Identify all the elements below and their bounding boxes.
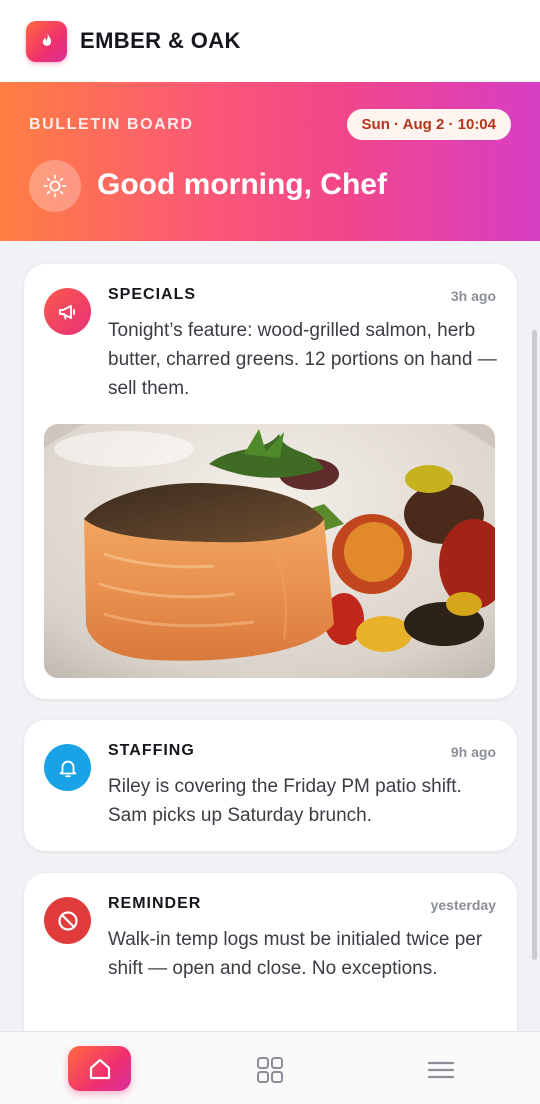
top-bar: EMBER & OAK bbox=[0, 0, 540, 82]
bulletin-board-label: BULLETIN BOARD bbox=[29, 116, 194, 133]
hero-banner: BULLETIN BOARD Sun · Aug 2 · 10:04 Good … bbox=[0, 82, 540, 241]
post-card-staffing[interactable]: STAFFING 9h ago Riley is covering the Fr… bbox=[24, 720, 517, 851]
post-card-reminder[interactable]: REMINDER yesterday Walk-in temp logs mus… bbox=[24, 873, 517, 1031]
post-title: STAFFING bbox=[108, 742, 195, 759]
post-body: Riley is covering the Friday PM patio sh… bbox=[108, 776, 462, 826]
feed-scrollbar[interactable] bbox=[532, 330, 537, 960]
post-body: Walk-in temp logs must be initialed twic… bbox=[108, 929, 483, 979]
sun-icon bbox=[29, 160, 81, 212]
prohibited-icon bbox=[44, 897, 91, 944]
bulletin-feed[interactable]: SPECIALS 3h ago Tonight’s feature: wood-… bbox=[0, 241, 540, 1031]
flame-icon[interactable] bbox=[26, 20, 67, 62]
grilled-salmon-photo[interactable] bbox=[44, 424, 495, 678]
post-time: yesterday bbox=[430, 897, 496, 913]
datetime-pill: Sun · Aug 2 · 10:04 bbox=[346, 109, 511, 140]
app-brand: EMBER & OAK bbox=[80, 28, 241, 53]
menu-icon[interactable] bbox=[422, 1052, 460, 1088]
post-title: SPECIALS bbox=[108, 286, 197, 303]
bottom-nav bbox=[0, 1031, 540, 1104]
megaphone-icon bbox=[44, 288, 91, 335]
post-body: Tonight’s feature: wood-grilled salmon, … bbox=[108, 320, 497, 399]
home-icon[interactable] bbox=[68, 1046, 131, 1091]
grid-icon[interactable] bbox=[252, 1052, 288, 1088]
greeting-title: Good morning, Chef bbox=[97, 168, 387, 201]
post-title: REMINDER bbox=[108, 895, 202, 912]
post-time: 3h ago bbox=[450, 288, 496, 304]
post-time: 9h ago bbox=[450, 744, 496, 760]
bell-icon bbox=[44, 744, 91, 791]
post-card-specials[interactable]: SPECIALS 3h ago Tonight’s feature: wood-… bbox=[24, 264, 517, 699]
